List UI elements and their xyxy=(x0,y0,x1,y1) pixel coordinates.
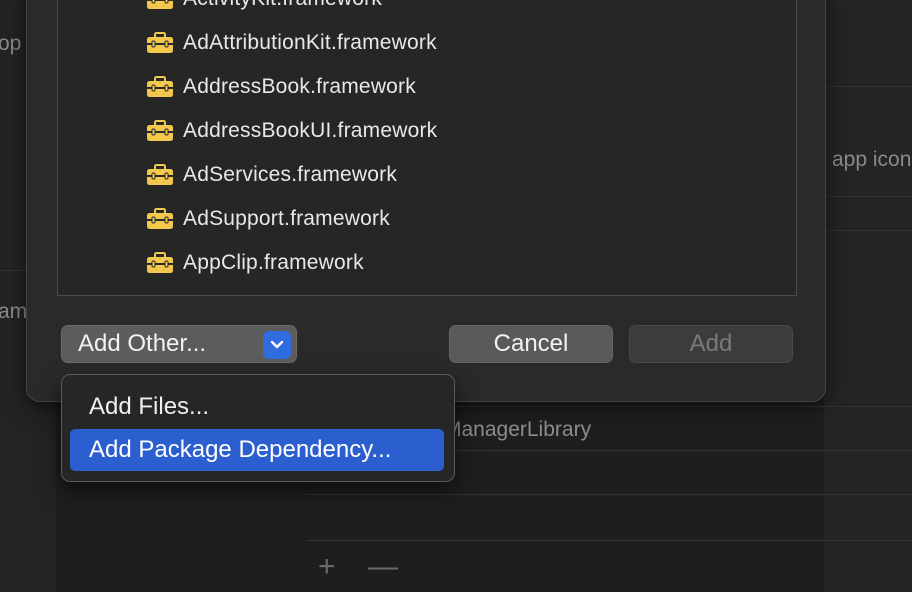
frameworks-sheet: ActivityKit.framework AdAttributionKit.f… xyxy=(26,0,826,402)
toolbox-icon xyxy=(147,0,173,9)
background-right-panel xyxy=(824,0,912,592)
add-button[interactable]: Add xyxy=(629,325,793,363)
background-text-fragment: op xyxy=(0,32,22,55)
cancel-button[interactable]: Cancel xyxy=(449,325,613,363)
toolbox-icon xyxy=(147,164,173,185)
background-list-item: ManagerLibrary xyxy=(444,418,592,441)
list-item[interactable]: AppClip.framework xyxy=(146,249,364,277)
add-other-label: Add Other... xyxy=(78,330,207,357)
menu-item-add-files[interactable]: Add Files... xyxy=(70,386,444,428)
toolbox-icon xyxy=(147,120,173,141)
framework-name: AddressBookUI.framework xyxy=(183,119,438,142)
add-item-button[interactable]: + xyxy=(318,550,336,584)
toolbox-icon xyxy=(147,76,173,97)
divider xyxy=(306,540,912,541)
list-item[interactable]: AdAttributionKit.framework xyxy=(146,29,437,57)
divider xyxy=(824,196,912,197)
background-text-fragment: app icon xyxy=(832,148,912,171)
add-other-menu: Add Files... Add Package Dependency... xyxy=(61,374,455,482)
list-item[interactable]: AdSupport.framework xyxy=(146,205,390,233)
divider xyxy=(306,494,912,495)
framework-name: AdServices.framework xyxy=(183,163,398,186)
framework-name: AddressBook.framework xyxy=(183,75,416,98)
list-item[interactable]: AddressBook.framework xyxy=(146,73,416,101)
framework-name: AdAttributionKit.framework xyxy=(183,31,437,54)
toolbox-icon xyxy=(147,208,173,229)
toolbox-icon xyxy=(147,32,173,53)
chevron-down-icon xyxy=(263,331,291,359)
framework-list[interactable]: ActivityKit.framework AdAttributionKit.f… xyxy=(57,0,797,296)
list-item[interactable]: AddressBookUI.framework xyxy=(146,117,437,145)
list-item[interactable]: AdServices.framework xyxy=(146,161,397,189)
toolbox-icon xyxy=(147,252,173,273)
add-other-popup-button[interactable]: Add Other... xyxy=(61,325,297,363)
menu-item-add-package-dependency[interactable]: Add Package Dependency... xyxy=(70,429,444,471)
divider xyxy=(824,86,912,87)
framework-name: AppClip.framework xyxy=(183,251,364,274)
framework-name: AdSupport.framework xyxy=(183,207,390,230)
list-item[interactable]: ActivityKit.framework xyxy=(146,0,382,13)
background-text-fragment: am xyxy=(0,300,28,323)
framework-name: ActivityKit.framework xyxy=(183,0,382,11)
remove-item-button[interactable]: — xyxy=(368,550,398,584)
divider xyxy=(824,230,912,231)
